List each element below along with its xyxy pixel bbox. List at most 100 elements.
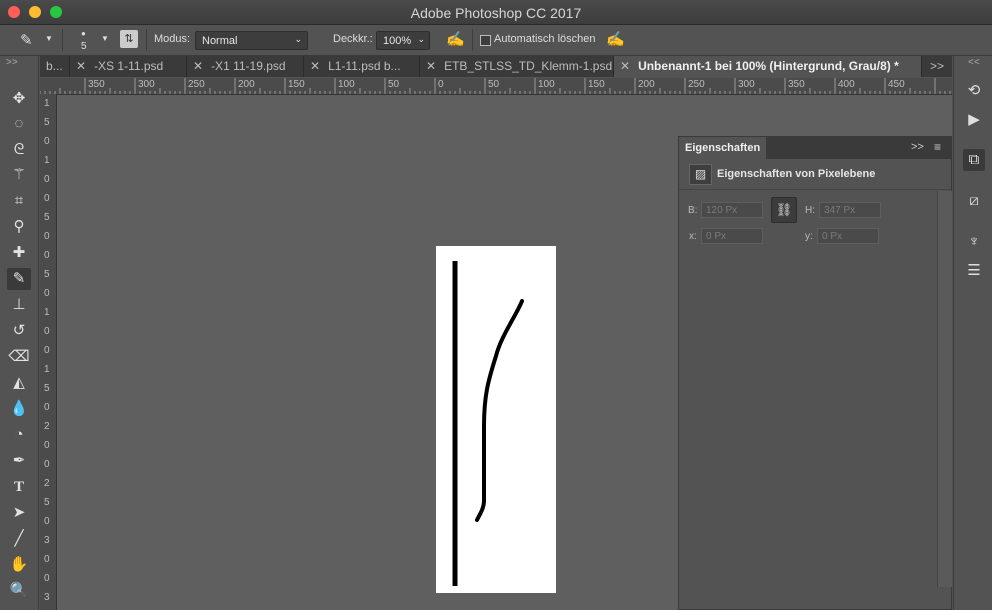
ruler-label: 3 (44, 535, 50, 546)
tab-document[interactable]: ✕ -XS 1-11.psd (70, 56, 187, 77)
eraser-tool-icon[interactable]: ⌫ (7, 346, 31, 368)
blur-tool-icon[interactable]: 💧 (7, 398, 31, 420)
close-tab-icon[interactable]: ✕ (193, 59, 203, 73)
history-brush-tool-icon[interactable]: ↺ (7, 320, 31, 342)
paint-bucket-tool-icon[interactable]: ◭ (7, 372, 31, 394)
panel-menu-icon[interactable]: ≡ (934, 140, 941, 154)
ruler-label: 150 (588, 79, 605, 90)
ruler-label: 0 (44, 193, 50, 204)
ruler-label: 3 (44, 592, 50, 603)
divider (62, 29, 63, 51)
ruler-label: 0 (44, 573, 50, 584)
ruler-label: 2 (44, 478, 50, 489)
tab-document[interactable]: ✕ L1-11.psd b... (304, 56, 420, 77)
brush-panel-toggle-icon[interactable]: ⇅ (120, 30, 138, 48)
height-field[interactable]: 347 Px (819, 202, 881, 218)
close-tab-icon[interactable]: ✕ (76, 59, 86, 73)
crop-tool-icon[interactable]: ⌗ (7, 190, 31, 212)
title-bar: Adobe Photoshop CC 2017 (0, 0, 992, 25)
panel-header: Eigenschaften >> ≡ (679, 137, 951, 159)
y-field[interactable]: 0 Px (817, 228, 879, 244)
eyedropper-tool-icon[interactable]: ⚲ (7, 216, 31, 238)
magic-wand-tool-icon[interactable]: ⚚ (7, 164, 31, 186)
marquee-tool-icon[interactable]: ◌ (7, 113, 31, 135)
hand-tool-icon[interactable]: ✋ (7, 554, 31, 576)
panel-heading: Eigenschaften von Pixelebene (717, 168, 876, 180)
ruler-label: 5 (44, 383, 50, 394)
move-tool-icon[interactable]: ✥ (7, 88, 31, 110)
horizontal-ruler: 350 300 250 200 150 100 50 0 50 100 150 200 250 300 35… (40, 78, 952, 95)
chevron-down-icon[interactable]: ▼ (45, 34, 53, 43)
drawing (452, 261, 524, 586)
ruler-label: 250 (688, 79, 705, 90)
actions-play-icon[interactable]: ▶ (963, 109, 985, 131)
line-tool-icon[interactable]: ╱ (7, 528, 31, 550)
auto-erase-label: Automatisch löschen (494, 33, 596, 45)
dock-collapse-button[interactable]: << (968, 57, 980, 68)
brush-size-value: 5 (81, 41, 87, 52)
ruler-label: 5 (44, 212, 50, 223)
tab-label: Unbenannt-1 bei 100% (Hintergrund, Grau/… (638, 59, 899, 73)
layer-comps-icon[interactable]: ⧄ (963, 190, 985, 212)
ruler-label: 0 (44, 440, 50, 451)
properties-panel-icon[interactable]: ⧉ (963, 149, 985, 171)
adjustments-icon[interactable]: ☰ (963, 260, 985, 282)
height-label: H: (805, 205, 815, 216)
link-dimensions-icon[interactable]: ⛓ (771, 197, 797, 223)
pencil-tool-preset-icon[interactable]: ✎ (20, 31, 33, 49)
ruler-label: 50 (388, 79, 400, 90)
close-tab-icon[interactable]: ✕ (310, 59, 320, 73)
brush-dot-icon[interactable]: ● (81, 29, 86, 38)
width-label: B: (688, 205, 698, 216)
ruler-label: 0 (44, 345, 50, 356)
curved-stroke (475, 299, 524, 522)
pressure-opacity-icon[interactable]: ✍ (446, 30, 465, 48)
tab-document[interactable]: b... (40, 56, 70, 77)
x-field[interactable]: 0 Px (701, 228, 763, 244)
opacity-field[interactable]: 100% ⌄ (376, 31, 430, 50)
divider (472, 29, 473, 51)
tab-label: -XS 1-11.psd (94, 59, 164, 73)
healing-brush-tool-icon[interactable]: ✚ (7, 242, 31, 264)
ruler-label: 100 (538, 79, 555, 90)
path-selection-tool-icon[interactable]: ➤ (7, 502, 31, 524)
ruler-label: 0 (44, 231, 50, 242)
pressure-size-icon[interactable]: ✍ (606, 30, 625, 48)
width-field[interactable]: 120 Px (701, 202, 763, 218)
lasso-tool-icon[interactable]: ᘓ (7, 139, 31, 161)
divider (146, 29, 147, 51)
ruler-label: 350 (88, 79, 105, 90)
panel-collapse-button[interactable]: >> (911, 141, 924, 153)
ruler-label: 1 (44, 98, 50, 109)
brush-presets-icon[interactable]: ♆ (963, 231, 985, 253)
history-panel-icon[interactable]: ⟲ (963, 80, 985, 102)
tab-label: -X1 11-19.psd (211, 59, 286, 73)
brush-picker-chevron-icon[interactable]: ▼ (101, 34, 109, 43)
tab-label: b... (46, 59, 63, 73)
auto-erase-checkbox[interactable] (480, 35, 491, 46)
type-tool-icon[interactable]: T (7, 476, 31, 498)
vertical-ruler: 1 5 0 1 0 0 5 0 0 5 0 1 0 0 1 5 0 2 0 0 2 5 0 3 0 0 3 (40, 94, 57, 610)
tab-document-active[interactable]: ✕ Unbenannt-1 bei 100% (Hintergrund, Grau… (614, 56, 922, 77)
pen-tool-icon[interactable]: ✒ (7, 450, 31, 472)
document-canvas[interactable] (436, 246, 556, 593)
ruler-label: 50 (488, 79, 500, 90)
opacity-label: Deckkr.: (333, 33, 373, 45)
tab-overflow-button[interactable]: >> (922, 56, 952, 77)
mode-select[interactable]: Normal ⌄ (195, 31, 308, 50)
tab-properties[interactable]: Eigenschaften (679, 137, 767, 159)
dodge-tool-icon[interactable]: ◔ (7, 424, 31, 446)
close-tab-icon[interactable]: ✕ (426, 59, 436, 73)
ruler-label: 0 (438, 79, 444, 90)
zoom-tool-icon[interactable]: 🔍 (7, 580, 31, 602)
toolbar-collapse-button[interactable]: >> (6, 57, 18, 68)
panel-scrollbar[interactable] (937, 191, 952, 587)
y-label: y: (805, 231, 813, 242)
ruler-label: 0 (44, 250, 50, 261)
tab-document[interactable]: ✕ -X1 11-19.psd (187, 56, 304, 77)
close-tab-icon[interactable]: ✕ (620, 59, 630, 73)
clone-stamp-tool-icon[interactable]: ⊥ (7, 294, 31, 316)
pencil-tool-icon[interactable]: ✎ (7, 268, 31, 290)
tab-document[interactable]: ✕ ETB_STLSS_TD_Klemm-1.psd (420, 56, 614, 77)
ruler-label: 0 (44, 554, 50, 565)
